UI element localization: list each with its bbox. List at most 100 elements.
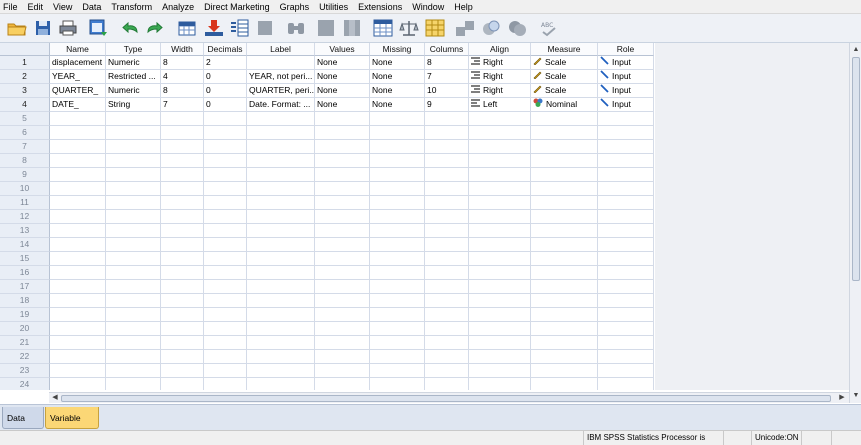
empty-cell[interactable] (247, 336, 315, 350)
role-cell[interactable]: Input (598, 70, 654, 84)
row-number[interactable]: 6 (0, 126, 50, 140)
empty-cell[interactable] (315, 168, 370, 182)
empty-cell[interactable] (204, 378, 247, 390)
empty-cell[interactable] (161, 364, 204, 378)
empty-cell[interactable] (247, 210, 315, 224)
empty-cell[interactable] (161, 294, 204, 308)
column-header-missing[interactable]: Missing (370, 43, 425, 56)
empty-cell[interactable] (50, 168, 106, 182)
empty-cell[interactable] (315, 238, 370, 252)
empty-cell[interactable] (204, 336, 247, 350)
empty-cell[interactable] (370, 126, 425, 140)
empty-cell[interactable] (370, 350, 425, 364)
empty-cell[interactable] (106, 126, 161, 140)
empty-cell[interactable] (247, 140, 315, 154)
empty-cell[interactable] (425, 350, 469, 364)
vertical-scroll-thumb[interactable] (852, 57, 860, 281)
empty-cell[interactable] (204, 140, 247, 154)
empty-cell[interactable] (531, 350, 598, 364)
row-number[interactable]: 3 (0, 84, 50, 98)
empty-cell[interactable] (161, 350, 204, 364)
empty-cell[interactable] (370, 322, 425, 336)
row-number[interactable]: 10 (0, 182, 50, 196)
go-to-case-icon[interactable] (177, 18, 199, 38)
empty-cell[interactable] (531, 280, 598, 294)
row-number[interactable]: 17 (0, 280, 50, 294)
empty-cell[interactable] (425, 308, 469, 322)
horizontal-scrollbar[interactable]: ◀ ▶ (49, 392, 849, 403)
empty-cell[interactable] (531, 140, 598, 154)
empty-cell[interactable] (370, 280, 425, 294)
empty-cell[interactable] (469, 210, 531, 224)
empty-cell[interactable] (247, 322, 315, 336)
empty-cell[interactable] (50, 308, 106, 322)
empty-cell[interactable] (106, 336, 161, 350)
empty-cell[interactable] (315, 224, 370, 238)
align-cell[interactable]: Left (469, 98, 531, 112)
empty-cell[interactable] (50, 196, 106, 210)
label-cell[interactable] (247, 56, 315, 70)
empty-cell[interactable] (106, 322, 161, 336)
empty-cell[interactable] (204, 196, 247, 210)
empty-cell[interactable] (161, 168, 204, 182)
empty-cell[interactable] (247, 378, 315, 390)
empty-cell[interactable] (106, 182, 161, 196)
menu-file[interactable]: File (3, 0, 18, 14)
empty-cell[interactable] (50, 210, 106, 224)
empty-cell[interactable] (161, 266, 204, 280)
empty-cell[interactable] (106, 224, 161, 238)
empty-cell[interactable] (106, 266, 161, 280)
empty-cell[interactable] (315, 364, 370, 378)
decimals-cell[interactable]: 2 (204, 56, 247, 70)
empty-cell[interactable] (50, 112, 106, 126)
measure-cell[interactable]: Scale (531, 56, 598, 70)
row-number[interactable]: 20 (0, 322, 50, 336)
row-number[interactable]: 23 (0, 364, 50, 378)
missing-cell[interactable]: None (370, 56, 425, 70)
align-cell[interactable]: Right (469, 56, 531, 70)
empty-cell[interactable] (50, 280, 106, 294)
row-number[interactable]: 7 (0, 140, 50, 154)
empty-cell[interactable] (598, 210, 654, 224)
empty-cell[interactable] (161, 378, 204, 390)
empty-cell[interactable] (50, 336, 106, 350)
empty-cell[interactable] (161, 154, 204, 168)
role-cell[interactable]: Input (598, 56, 654, 70)
empty-cell[interactable] (161, 196, 204, 210)
empty-cell[interactable] (315, 210, 370, 224)
empty-cell[interactable] (106, 378, 161, 390)
column-header-columns[interactable]: Columns (425, 43, 469, 56)
empty-cell[interactable] (204, 364, 247, 378)
empty-cell[interactable] (204, 266, 247, 280)
empty-cell[interactable] (531, 294, 598, 308)
empty-cell[interactable] (161, 336, 204, 350)
empty-cell[interactable] (106, 350, 161, 364)
recall-dialog-icon[interactable] (88, 18, 110, 38)
empty-cell[interactable] (247, 364, 315, 378)
empty-cell[interactable] (425, 336, 469, 350)
empty-cell[interactable] (161, 126, 204, 140)
measure-cell[interactable]: Scale (531, 84, 598, 98)
columns-cell[interactable]: 7 (425, 70, 469, 84)
tab-variable-view[interactable]: Variable View (45, 407, 99, 445)
empty-cell[interactable] (598, 266, 654, 280)
empty-cell[interactable] (598, 350, 654, 364)
empty-cell[interactable] (161, 112, 204, 126)
empty-cell[interactable] (469, 126, 531, 140)
empty-cell[interactable] (598, 252, 654, 266)
empty-cell[interactable] (531, 364, 598, 378)
empty-cell[interactable] (425, 224, 469, 238)
empty-cell[interactable] (50, 182, 106, 196)
menu-edit[interactable]: Edit (28, 0, 44, 14)
save-icon[interactable] (33, 18, 53, 38)
empty-cell[interactable] (247, 280, 315, 294)
empty-cell[interactable] (469, 140, 531, 154)
width-cell[interactable]: 4 (161, 70, 204, 84)
row-number[interactable]: 24 (0, 378, 50, 390)
horizontal-scroll-thumb[interactable] (61, 395, 831, 402)
empty-cell[interactable] (50, 378, 106, 390)
empty-cell[interactable] (161, 182, 204, 196)
empty-cell[interactable] (315, 308, 370, 322)
type-cell[interactable]: Numeric (106, 84, 161, 98)
row-number[interactable]: 13 (0, 224, 50, 238)
